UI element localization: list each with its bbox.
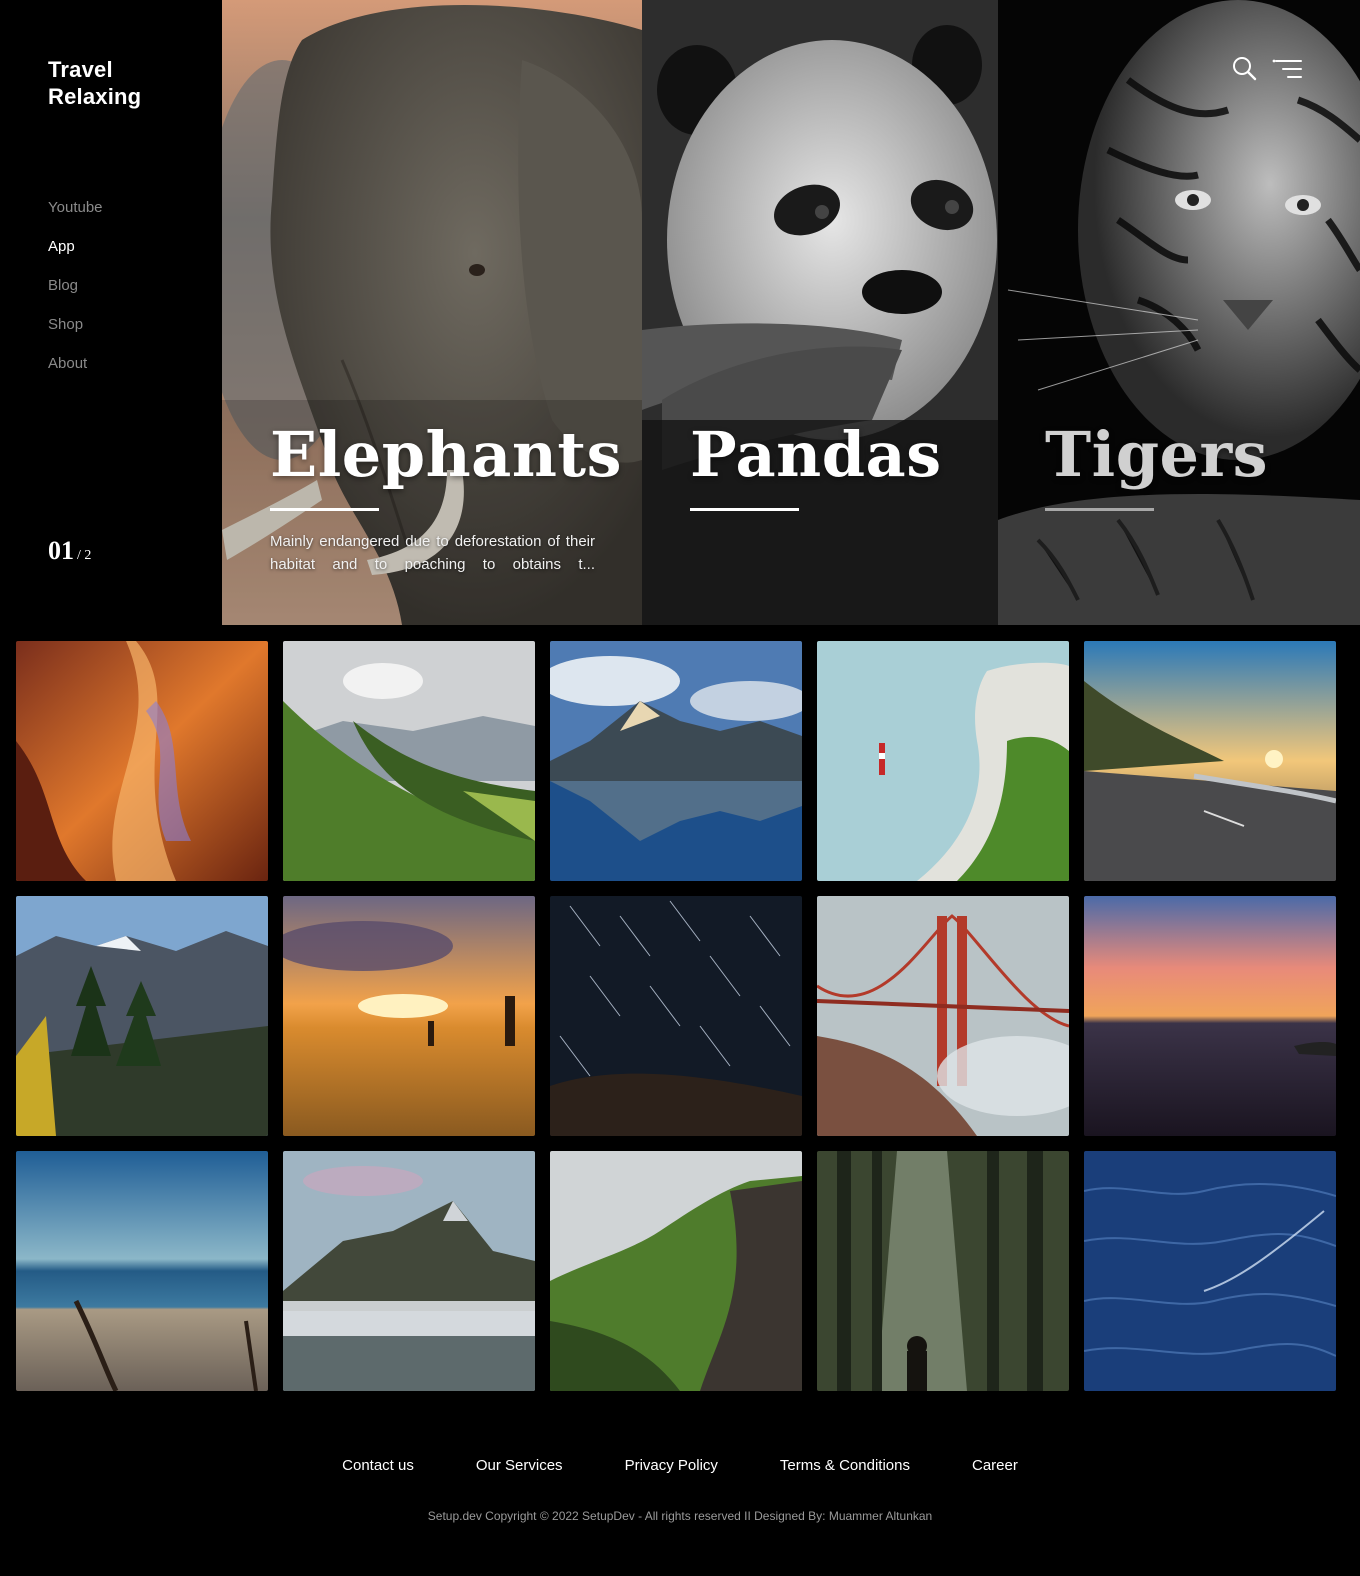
menu-icon[interactable] xyxy=(1272,56,1302,82)
hero-section: Travel Relaxing Youtube App Blog Shop Ab… xyxy=(0,0,1360,625)
panel-elephants[interactable]: Elephants Mainly endangered due to defor… xyxy=(222,0,642,625)
panda-photo xyxy=(642,0,998,625)
title-underline xyxy=(270,508,379,511)
nav-item-youtube[interactable]: Youtube xyxy=(48,188,103,227)
panel-description: Mainly endangered due to deforestation o… xyxy=(270,533,595,573)
coastal-road-photo[interactable] xyxy=(1084,641,1336,881)
sidebar: Travel Relaxing Youtube App Blog Shop Ab… xyxy=(0,0,222,625)
main-nav: Youtube App Blog Shop About xyxy=(48,188,103,383)
tiger-photo xyxy=(998,0,1360,625)
canyon-photo[interactable] xyxy=(16,641,268,881)
alpine-hikers-photo[interactable] xyxy=(16,896,268,1136)
brand-logo[interactable]: Travel Relaxing xyxy=(48,56,141,110)
ocean-water-photo[interactable] xyxy=(1084,1151,1336,1391)
panel-title-pandas: Pandas xyxy=(690,418,942,491)
slide-current: 01 xyxy=(48,536,74,565)
slide-total: 2 xyxy=(84,548,92,563)
ocean-sunset-photo[interactable] xyxy=(1084,896,1336,1136)
footer-link-privacy[interactable]: Privacy Policy xyxy=(625,1457,718,1474)
header-actions xyxy=(1232,56,1302,82)
nav-item-shop[interactable]: Shop xyxy=(48,305,103,344)
panel-tigers[interactable]: Tigers xyxy=(998,0,1360,625)
nav-item-about[interactable]: About xyxy=(48,344,103,383)
footer-link-contact[interactable]: Contact us xyxy=(342,1457,414,1474)
nav-item-blog[interactable]: Blog xyxy=(48,266,103,305)
title-underline xyxy=(690,508,799,511)
nav-item-app[interactable]: App xyxy=(48,227,103,266)
slide-separator: / xyxy=(77,548,81,563)
forest-light-photo[interactable] xyxy=(817,1151,1069,1391)
footer-link-career[interactable]: Career xyxy=(972,1457,1018,1474)
misty-peak-photo[interactable] xyxy=(283,1151,535,1391)
panel-title-elephants: Elephants xyxy=(270,418,622,491)
footer-nav: Contact us Our Services Privacy Policy T… xyxy=(0,1457,1360,1474)
copyright-text: Setup.dev Copyright © 2022 SetupDev - Al… xyxy=(427,1509,933,1523)
title-underline xyxy=(1045,508,1154,511)
panel-pandas[interactable]: Pandas xyxy=(642,0,998,625)
footer-link-services[interactable]: Our Services xyxy=(476,1457,563,1474)
search-icon[interactable] xyxy=(1232,56,1258,82)
beach-photo[interactable] xyxy=(16,1151,268,1391)
golden-gate-photo[interactable] xyxy=(817,896,1069,1136)
footer-link-terms[interactable]: Terms & Conditions xyxy=(780,1457,910,1474)
brand-line-1: Travel xyxy=(48,57,113,82)
mountain-lake-photo[interactable] xyxy=(550,641,802,881)
slide-counter: 01/ 2 xyxy=(48,536,91,566)
lighthouse-cliff-photo[interactable] xyxy=(817,641,1069,881)
sunset-field-photo[interactable] xyxy=(283,896,535,1136)
green-valley-photo[interactable] xyxy=(283,641,535,881)
panel-title-tigers: Tigers xyxy=(1045,418,1269,491)
green-cliffs-photo[interactable] xyxy=(550,1151,802,1391)
brand-line-2: Relaxing xyxy=(48,84,142,109)
star-trails-photo[interactable] xyxy=(550,896,802,1136)
